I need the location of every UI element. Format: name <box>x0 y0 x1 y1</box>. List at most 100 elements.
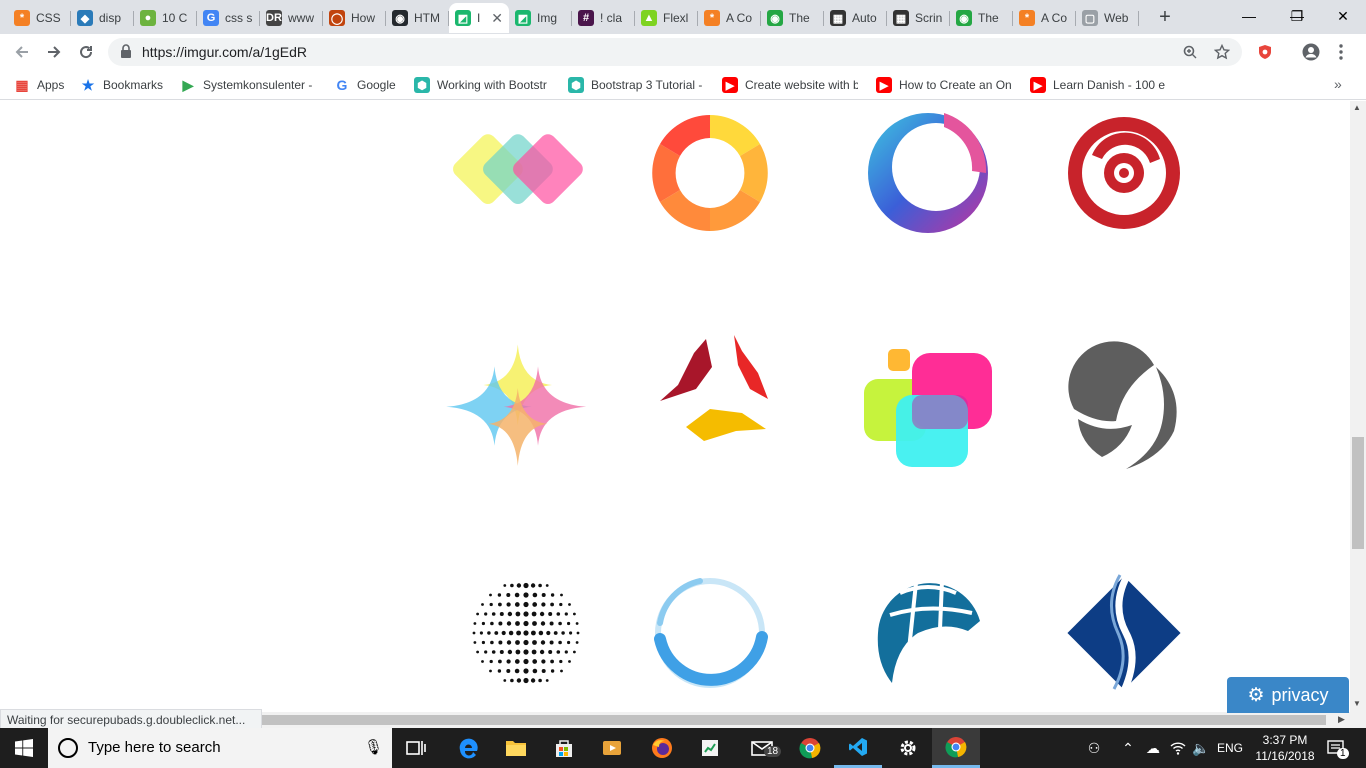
vertical-scroll-thumb[interactable] <box>1352 437 1364 549</box>
microphone-icon[interactable]: 🎙 <box>364 738 383 756</box>
reload-button[interactable] <box>74 40 98 64</box>
forward-button[interactable] <box>42 40 66 64</box>
tab-11[interactable]: * A Co <box>698 3 761 33</box>
overlapping-diamonds-logo[interactable] <box>446 103 606 243</box>
tab-16[interactable]: * A Co <box>1013 3 1076 33</box>
language-indicator[interactable]: ENG <box>1214 728 1246 768</box>
google-icon: G <box>336 77 348 93</box>
bookmark-item[interactable]: ▶ Learn Danish - 100 e <box>1030 76 1166 94</box>
bookmark-star-icon[interactable] <box>1212 42 1232 62</box>
tab-title: Scrin <box>915 11 943 25</box>
tab-17[interactable]: ▢ Web <box>1076 3 1139 33</box>
chevron-up-icon[interactable]: ⌃ <box>1118 728 1138 768</box>
clock[interactable]: 3:37 PM 11/16/2018 <box>1254 732 1316 764</box>
tab-4[interactable]: DR www <box>260 3 323 33</box>
clock-date: 11/16/2018 <box>1255 749 1315 763</box>
bookmark-item[interactable]: ★ Bookmarks <box>80 76 170 94</box>
shield-extension-icon[interactable] <box>1254 41 1276 63</box>
brush-stroke-logo[interactable] <box>638 329 798 469</box>
blue-globe-logo[interactable] <box>848 563 1008 703</box>
blue-diamond-logo[interactable] <box>1044 563 1204 703</box>
blue-brush-circle-logo[interactable] <box>630 563 790 703</box>
back-button[interactable] <box>10 40 34 64</box>
scroll-up-arrow-icon[interactable]: ▲ <box>1353 103 1361 112</box>
spreadsheet-app[interactable] <box>686 728 734 768</box>
close-tab-icon[interactable]: ✕ <box>487 10 503 27</box>
tab-8[interactable]: ◩ Img <box>509 3 572 33</box>
tab-9[interactable]: # ! cla <box>572 3 635 33</box>
tab-3[interactable]: Gcss s <box>197 3 260 33</box>
taskbar-search-box[interactable]: Type here to search 🎙 <box>48 728 392 768</box>
page-content <box>0 101 1350 712</box>
tab-5[interactable]: ◯ How <box>323 3 386 33</box>
bookmark-item[interactable]: ▦ Apps <box>14 76 68 94</box>
tab-0[interactable]: * CSS <box>8 3 71 33</box>
bookmarks-overflow-button[interactable]: » <box>1334 76 1342 92</box>
store-app[interactable] <box>540 728 588 768</box>
tab-12[interactable]: ◉ The <box>761 3 824 33</box>
bookmark-item[interactable]: ▶ Create website with b <box>722 76 858 94</box>
bookmark-item[interactable]: ▶ Systemkonsulenter - <box>180 76 316 94</box>
tab-10[interactable]: ▲ Flexl <box>635 3 698 33</box>
tab-title: Web <box>1104 11 1129 25</box>
profile-avatar-icon[interactable] <box>1300 41 1322 63</box>
chrome-active-app[interactable] <box>932 728 980 768</box>
tab-1[interactable]: ◆ disp <box>71 3 134 33</box>
maximize-button[interactable]: ❐ <box>1274 0 1320 32</box>
chrome-app[interactable] <box>786 728 834 768</box>
bookmark-item[interactable]: ⬢ Bootstrap 3 Tutorial - <box>568 76 704 94</box>
tab-15[interactable]: ◉ The <box>950 3 1013 33</box>
mail-app[interactable]: 18 <box>738 728 786 768</box>
action-center-icon[interactable]: 1 <box>1322 728 1350 768</box>
edge-app[interactable] <box>444 728 492 768</box>
tab-favicon-icon: ◉ <box>767 10 783 26</box>
start-button[interactable] <box>0 728 48 768</box>
tab-6[interactable]: ◉ HTM <box>386 3 449 33</box>
swirl-ring-logo[interactable] <box>630 103 790 243</box>
tab-title: A Co <box>726 11 753 25</box>
vertical-scrollbar[interactable]: ▲ ▼ <box>1350 101 1366 712</box>
firefox-app[interactable] <box>638 728 686 768</box>
file-explorer-app[interactable] <box>492 728 540 768</box>
tab-favicon-icon: ▦ <box>830 10 846 26</box>
colored-squares-logo[interactable] <box>848 343 1008 483</box>
bookmark-item[interactable]: ⬢ Working with Bootstr <box>414 76 550 94</box>
tab-favicon-icon: ◩ <box>515 10 531 26</box>
task-view-button[interactable] <box>392 728 440 768</box>
volume-icon[interactable]: 🔈 <box>1190 728 1212 768</box>
people-icon[interactable]: ⚇ <box>1082 728 1106 768</box>
scroll-down-arrow-icon[interactable]: ▼ <box>1353 699 1361 708</box>
zoom-icon[interactable] <box>1180 42 1200 62</box>
bookmark-item[interactable]: G Google <box>334 76 398 94</box>
onedrive-cloud-icon[interactable]: ☁ <box>1142 728 1164 768</box>
gradient-crescent-logo[interactable] <box>848 103 1008 243</box>
address-bar[interactable]: https://imgur.com/a/1gEdR <box>108 38 1242 66</box>
media-app[interactable] <box>588 728 636 768</box>
bookmark-item[interactable]: ▶ How to Create an On <box>876 76 1012 94</box>
folder-icon <box>506 741 526 756</box>
scroll-right-arrow-icon[interactable]: ▶ <box>1338 714 1345 725</box>
new-tab-button[interactable]: + <box>1153 6 1177 29</box>
tab-favicon-icon: * <box>704 10 720 26</box>
red-target-logo[interactable] <box>1044 103 1204 243</box>
vscode-app[interactable] <box>834 728 882 768</box>
settings-app[interactable] <box>884 728 932 768</box>
menu-kebab-icon[interactable] <box>1330 41 1352 63</box>
tab-favicon-icon: ▦ <box>893 10 909 26</box>
minimize-button-2[interactable]: — <box>1226 0 1272 32</box>
gray-swoosh-logo[interactable] <box>1044 339 1204 479</box>
tab-14[interactable]: ▦ Scrin <box>887 3 950 33</box>
horizontal-scroll-thumb[interactable] <box>260 715 1326 725</box>
wifi-icon[interactable] <box>1168 728 1188 768</box>
tab-13[interactable]: ▦ Auto <box>824 3 887 33</box>
dotted-sphere-logo[interactable] <box>446 563 606 703</box>
four-point-sparkle-logo[interactable] <box>444 329 604 469</box>
tab-favicon-icon: ◩ <box>455 10 471 26</box>
bookmark-label: Apps <box>37 78 65 92</box>
firefox-icon <box>652 738 672 758</box>
tab-7[interactable]: ◩ I ✕ <box>449 3 509 33</box>
tab-title: Flexl <box>663 11 689 25</box>
close-window-button[interactable]: ✕ <box>1320 0 1366 32</box>
privacy-button[interactable]: ⚙ privacy <box>1227 677 1349 713</box>
tab-2[interactable]: ● 10 C <box>134 3 197 33</box>
